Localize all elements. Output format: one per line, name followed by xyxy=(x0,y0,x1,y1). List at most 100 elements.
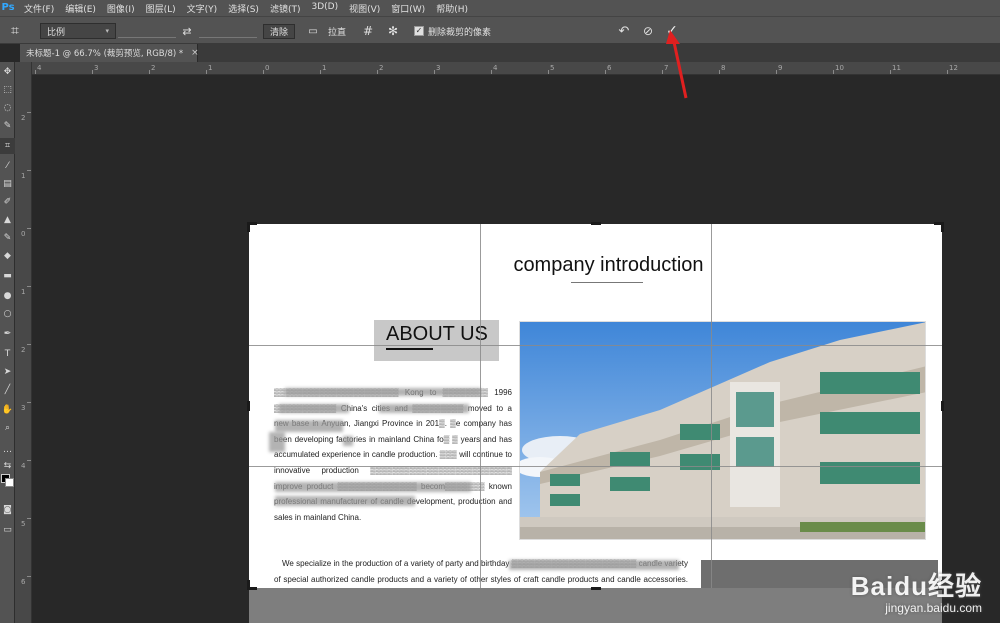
line-tool-icon[interactable]: ╱ xyxy=(0,382,15,398)
ruler-tick xyxy=(27,170,31,171)
more-tools-icon[interactable]: … xyxy=(0,442,15,458)
lasso-tool-icon[interactable]: ◌ xyxy=(0,100,15,116)
width-input[interactable] xyxy=(118,24,176,38)
pixelated-text-block xyxy=(275,482,471,492)
pixelated-text-block xyxy=(275,496,415,506)
eraser-tool-icon[interactable]: ◆ xyxy=(0,248,15,264)
ruler-tick xyxy=(320,70,321,74)
menu-view[interactable]: 视图(V) xyxy=(349,2,380,15)
menu-layer[interactable]: 图层(L) xyxy=(146,2,176,15)
crop-handle-right[interactable] xyxy=(941,401,944,411)
document-tab[interactable]: 未标题-1 @ 66.7% (裁剪预览, RGB/8) * × xyxy=(20,44,199,62)
pixelated-text-block xyxy=(269,432,285,452)
watermark-logo: Baidu经验 xyxy=(850,571,982,601)
height-input[interactable] xyxy=(199,24,257,38)
quick-mask-icon[interactable]: ◙ xyxy=(0,502,15,518)
gradient-tool-icon[interactable]: ▬ xyxy=(0,268,15,284)
ruler-label: 4 xyxy=(37,64,42,72)
ruler-label: 0 xyxy=(21,230,26,238)
screen-mode-icon[interactable]: ▭ xyxy=(0,522,15,538)
ruler-label: 6 xyxy=(607,64,612,72)
menu-window[interactable]: 窗口(W) xyxy=(391,2,425,15)
grid-overlay-icon[interactable]: # xyxy=(360,17,376,45)
reset-icon[interactable]: ↶ xyxy=(616,17,632,45)
menu-3d[interactable]: 3D(D) xyxy=(311,2,338,15)
straighten-icon[interactable]: ▭ xyxy=(306,17,320,45)
document-title: company introduction xyxy=(513,254,704,276)
annotation-arrow xyxy=(666,30,688,99)
menu-edit[interactable]: 编辑(E) xyxy=(65,2,96,15)
ruler-tick xyxy=(605,70,606,74)
menu-help[interactable]: 帮助(H) xyxy=(436,2,468,15)
crop-tool-icon[interactable]: ⌗ xyxy=(4,17,26,45)
close-icon[interactable]: × xyxy=(191,48,199,58)
menu-file[interactable]: 文件(F) xyxy=(24,2,54,15)
healing-tool-icon[interactable]: ▤ xyxy=(0,176,15,192)
crop-handle-top[interactable] xyxy=(591,222,601,225)
gear-icon[interactable]: ✻ xyxy=(386,17,400,45)
ruler-tick xyxy=(548,70,549,74)
quick-select-tool-icon[interactable]: ✎ xyxy=(0,118,15,134)
path-select-tool-icon[interactable]: ➤ xyxy=(0,364,15,380)
marquee-tool-icon[interactable]: ⬚ xyxy=(0,82,15,98)
clear-button[interactable]: 清除 xyxy=(263,24,295,39)
ruler-label: 1 xyxy=(322,64,327,72)
dodge-tool-icon[interactable]: ○ xyxy=(0,306,15,322)
crop-handle-top-right[interactable] xyxy=(941,222,944,232)
document-page[interactable]: company introduction ABOUT US ▒▒▒▒▒▒▒▒▒▒… xyxy=(249,224,942,588)
menu-filter[interactable]: 滤镜(T) xyxy=(270,2,301,15)
ruler-label: 5 xyxy=(550,64,555,72)
ruler-label: 4 xyxy=(493,64,498,72)
cancel-icon[interactable]: ⊘ xyxy=(640,17,656,45)
pen-tool-icon[interactable]: ✒ xyxy=(0,326,15,342)
hand-tool-icon[interactable]: ✋ xyxy=(0,402,15,418)
crop-handle-bottom-left[interactable] xyxy=(247,580,250,590)
cropped-area-preview xyxy=(249,588,942,623)
ruler-tick xyxy=(206,70,207,74)
ratio-select[interactable]: 比例 ▾ xyxy=(40,23,116,39)
history-brush-tool-icon[interactable]: ✎ xyxy=(0,230,15,246)
ruler-tick xyxy=(149,70,150,74)
ruler-tick xyxy=(833,70,834,74)
eyedropper-tool-icon[interactable]: ⁄ xyxy=(0,158,15,174)
brush-tool-icon[interactable]: ✐ xyxy=(0,194,15,210)
swap-colors-icon[interactable]: ⇆ xyxy=(0,458,15,474)
type-tool-icon[interactable]: T xyxy=(0,346,15,362)
blur-tool-icon[interactable]: ● xyxy=(0,288,15,304)
photoshop-window: Ps 文件(F) 编辑(E) 图像(I) 图层(L) 文字(Y) 选择(S) 滤… xyxy=(0,0,1000,623)
background-color-swatch[interactable] xyxy=(5,478,14,487)
checkmark-icon: ✓ xyxy=(414,26,424,36)
ruler-label: 1 xyxy=(21,288,26,296)
ruler-label: 1 xyxy=(21,172,26,180)
pixelated-text-block xyxy=(343,436,353,446)
options-bar: ⌗ 比例 ▾ ⇄ 清除 ▭ 拉直 # ✻ ✓ 删除裁剪的像素 ↶ ⊘ ✓ xyxy=(0,16,1000,44)
menu-image[interactable]: 图像(I) xyxy=(107,2,135,15)
ruler-label: 3 xyxy=(436,64,441,72)
chevron-down-icon: ▾ xyxy=(105,27,109,35)
ruler-tick xyxy=(27,228,31,229)
move-tool-icon[interactable]: ✥ xyxy=(0,64,15,80)
menu-items: 文件(F) 编辑(E) 图像(I) 图层(L) 文字(Y) 选择(S) 滤镜(T… xyxy=(24,2,468,15)
straighten-label[interactable]: 拉直 xyxy=(328,17,346,45)
pixelated-text-block xyxy=(509,560,679,570)
ruler-label: 12 xyxy=(949,64,958,72)
ruler-tick xyxy=(35,70,36,74)
building-photo xyxy=(519,321,926,540)
title-underline xyxy=(571,282,643,283)
crop-handle-left[interactable] xyxy=(247,401,250,411)
ruler-label: 11 xyxy=(892,64,901,72)
menu-select[interactable]: 选择(S) xyxy=(228,2,259,15)
delete-cropped-checkbox[interactable]: ✓ xyxy=(414,17,424,45)
swap-icon[interactable]: ⇄ xyxy=(180,17,194,45)
pixelated-text-block xyxy=(275,420,343,432)
ruler-label: 6 xyxy=(21,578,26,586)
canvas-area[interactable]: company introduction ABOUT US ▒▒▒▒▒▒▒▒▒▒… xyxy=(33,76,1000,623)
ruler-label: 4 xyxy=(21,462,26,470)
crop-handle-top-left[interactable] xyxy=(247,222,250,232)
crop-handle-bottom[interactable] xyxy=(591,587,601,590)
menu-type[interactable]: 文字(Y) xyxy=(187,2,218,15)
ruler-tick xyxy=(27,286,31,287)
zoom-tool-icon[interactable]: ⌕ xyxy=(0,420,15,436)
stamp-tool-icon[interactable]: ▲ xyxy=(0,212,15,228)
crop-tool-icon[interactable]: ⌗ xyxy=(0,138,15,154)
